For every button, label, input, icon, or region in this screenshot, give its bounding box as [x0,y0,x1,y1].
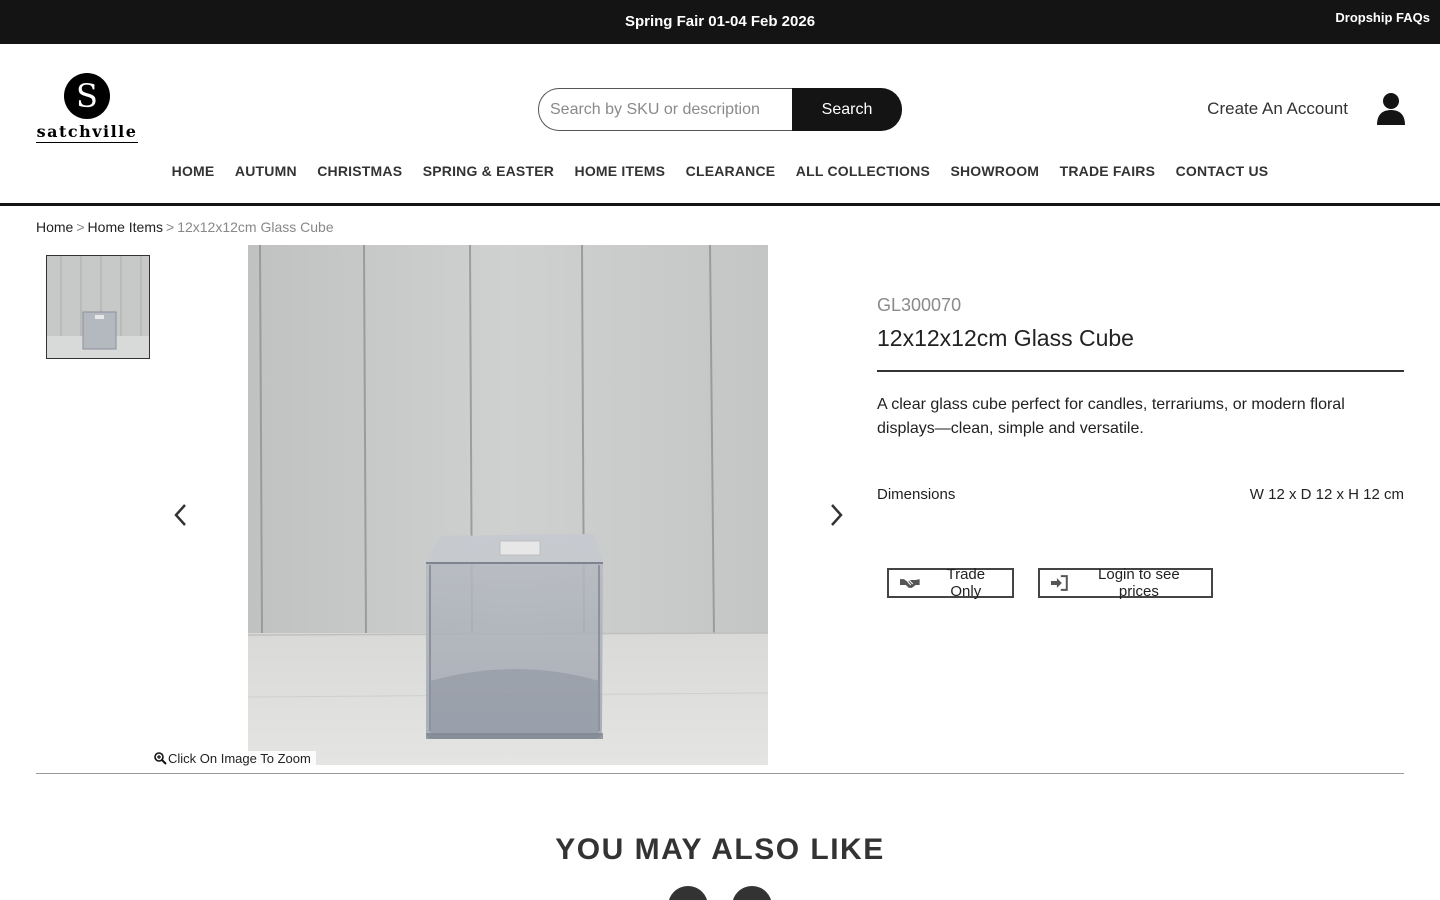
nav-item-home[interactable]: HOME [172,163,215,179]
satchville-logo[interactable]: S satchville [36,73,138,143]
nav-item-all-collections[interactable]: ALL COLLECTIONS [796,163,930,179]
product-description: A clear glass cube perfect for candles, … [877,396,1345,437]
handshake-icon [899,579,920,588]
nav-item-clearance[interactable]: CLEARANCE [686,163,776,179]
zoom-in-icon [154,752,167,765]
nav-divider [0,203,1440,206]
sign-in-icon [1050,575,1068,591]
nav-item-spring-easter[interactable]: SPRING & EASTER [423,163,554,179]
zoom-hint-text: Click On Image To Zoom [168,751,311,766]
title-divider [877,370,1404,372]
related-products-heading: YOU MAY ALSO LIKE [555,833,885,866]
product-thumbnail[interactable] [46,255,150,359]
breadcrumb-current: 12x12x12cm Glass Cube [177,219,334,235]
nav-item-autumn[interactable]: AUTUMN [235,163,297,179]
main-nav: HOME AUTUMN CHRISTMAS SPRING & EASTER HO… [0,163,1440,185]
announcement-bar: Spring Fair 01-04 Feb 2026 Dropship FAQs [0,0,1440,44]
search-form: Search [538,88,902,131]
section-divider [36,773,1404,774]
dropship-faqs-link[interactable]: Dropship FAQs [1335,10,1430,25]
product-main-image[interactable] [248,245,768,765]
user-icon[interactable] [1376,92,1406,126]
nav-item-showroom[interactable]: SHOWROOM [950,163,1039,179]
nav-item-christmas[interactable]: CHRISTMAS [317,163,402,179]
product-title: 12x12x12cm Glass Cube [877,325,1134,351]
promo-text[interactable]: Spring Fair 01-04 Feb 2026 [0,13,1440,30]
login-to-see-prices-button[interactable]: Login to see prices [1038,566,1213,600]
breadcrumb-separator: > [166,219,175,235]
trade-only-label: Trade Only [946,566,986,600]
zoom-hint[interactable]: Click On Image To Zoom [154,751,316,770]
carousel-prev-button[interactable] [668,886,708,900]
product-sku: GL300070 [877,295,962,315]
trade-only-button[interactable]: Trade Only [887,566,1014,600]
nav-item-trade-fairs[interactable]: TRADE FAIRS [1060,163,1156,179]
dimensions-value: W 12 x D 12 x H 12 cm [1249,486,1404,503]
create-account-link[interactable]: Create An Account [1207,99,1348,119]
search-button[interactable]: Search [792,88,902,131]
breadcrumb-home-items[interactable]: Home Items [88,219,163,235]
nav-item-home-items[interactable]: HOME ITEMS [575,163,666,179]
nav-item-contact-us[interactable]: CONTACT US [1176,163,1269,179]
chevron-left-icon[interactable] [170,500,192,530]
search-input[interactable] [538,88,798,131]
carousel-next-button[interactable] [732,886,772,900]
breadcrumb: Home > Home Items >12x12x12cm Glass Cube [36,219,334,235]
chevron-right-icon[interactable] [825,500,847,530]
login-label: Login to see prices [1098,566,1180,600]
breadcrumb-home[interactable]: Home [36,219,73,235]
dimensions-label: Dimensions [877,486,956,503]
logo-mark: S [64,73,110,119]
logo-wordmark: satchville [36,122,138,143]
breadcrumb-separator: > [76,219,85,235]
